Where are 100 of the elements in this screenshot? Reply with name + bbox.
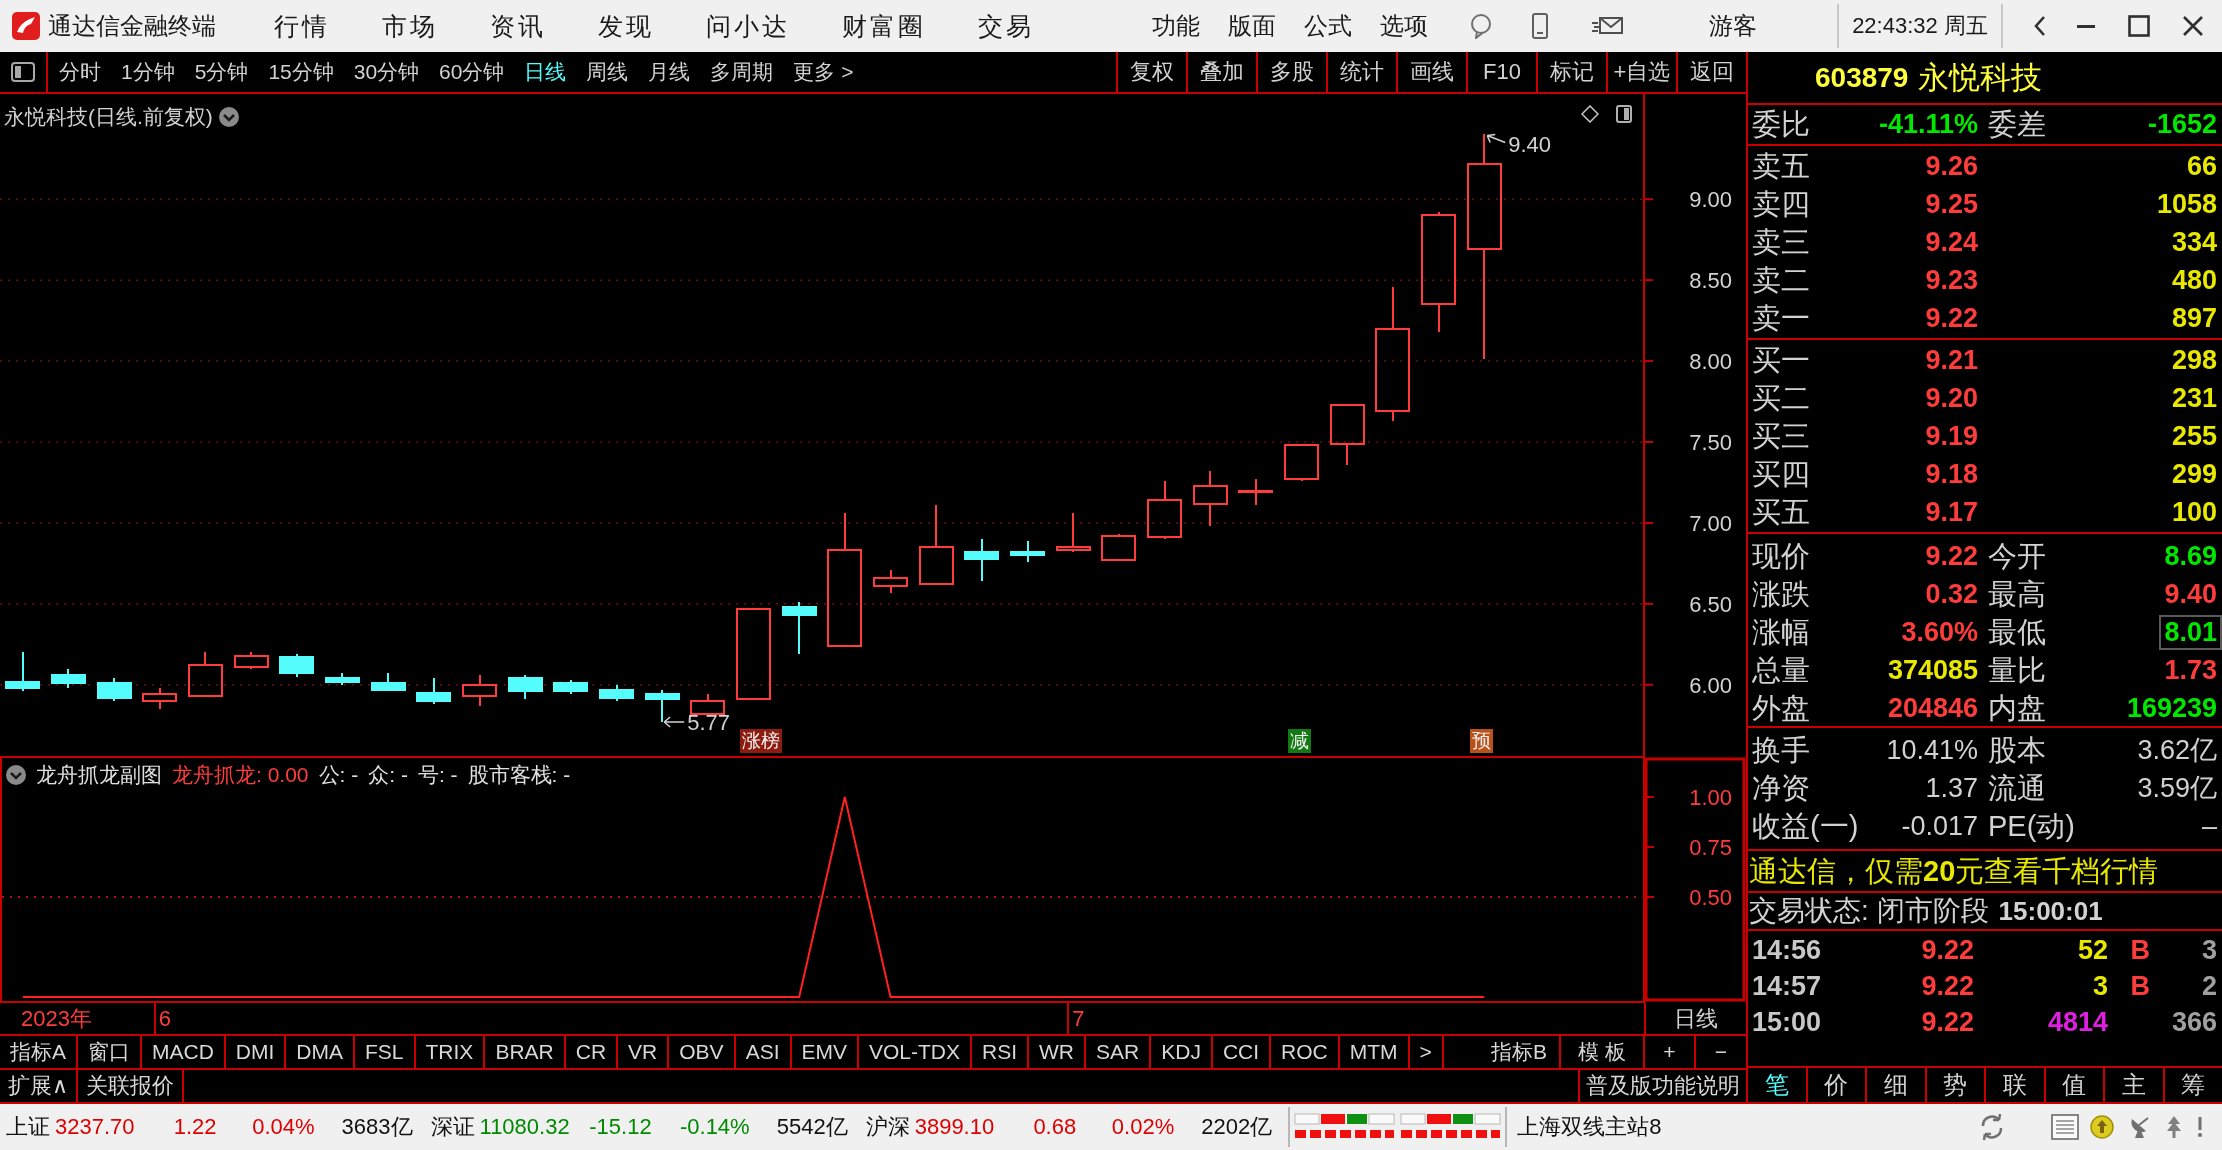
panel-tab[interactable]: 关联报价 [78, 1070, 185, 1102]
indicator-tab[interactable]: DMI [225, 1036, 287, 1068]
exclamation-icon[interactable] [2196, 1115, 2204, 1139]
indicator-tab[interactable]: MTM [1339, 1036, 1410, 1068]
toolbar-button[interactable]: 复权 [1116, 52, 1186, 92]
period-tab[interactable]: 15分钟 [268, 58, 334, 86]
period-tab[interactable]: 60分钟 [439, 58, 505, 86]
dropdown-icon[interactable] [218, 107, 239, 127]
tree-icon[interactable] [2166, 1115, 2182, 1139]
indicator-tab[interactable]: MACD [142, 1036, 226, 1068]
indicator-tab[interactable]: KDJ [1151, 1036, 1213, 1068]
indicator-tab[interactable]: 指标B [1443, 1036, 1561, 1068]
toolbar-button[interactable]: 标记 [1536, 52, 1606, 92]
period-tab[interactable]: 周线 [586, 58, 629, 86]
panel-toggle-icon[interactable] [1616, 105, 1632, 123]
menu-item[interactable]: 功能 [1152, 10, 1200, 42]
toolbar-button[interactable]: F10 [1466, 52, 1536, 92]
indicator-tab[interactable]: WR [1029, 1036, 1087, 1068]
indicator-tab[interactable]: SAR [1086, 1036, 1152, 1068]
bid-price: 9.20 [1924, 384, 1978, 412]
period-tab[interactable]: 日线 [524, 58, 567, 86]
period-tab[interactable]: 月线 [648, 58, 691, 86]
menu-item[interactable]: 发现 [598, 9, 654, 43]
period-tab[interactable]: 分时 [59, 58, 101, 86]
indicator-readout: 众: - [368, 762, 408, 788]
chevron-left-icon[interactable] [2033, 15, 2047, 37]
indicator-tab[interactable]: − [1696, 1036, 1746, 1068]
toolbar-button[interactable]: +自选 [1606, 52, 1676, 92]
indicator-tab[interactable]: RSI [972, 1036, 1030, 1068]
tick-price: 9.22 [1920, 936, 1974, 964]
stock-code: 603879 [1815, 61, 1909, 94]
indicator-tab[interactable]: 指标A [0, 1036, 78, 1068]
user-name[interactable]: 游客 [1709, 10, 1757, 42]
indicator-tab[interactable]: 模 板 [1561, 1036, 1645, 1068]
toolbar-button[interactable]: 多股 [1256, 52, 1326, 92]
indicator-tab[interactable]: VR [618, 1036, 670, 1068]
indicator-tab[interactable]: DMA [286, 1036, 356, 1068]
indicator-tab[interactable]: VOL-TDX [859, 1036, 973, 1068]
menu-item[interactable]: 财富圈 [842, 9, 926, 43]
menu-item[interactable]: 行情 [274, 9, 330, 43]
indicator-tab[interactable]: + [1645, 1036, 1696, 1068]
menu-item[interactable]: 选项 [1380, 10, 1428, 42]
period-tab[interactable]: 更多 > [793, 58, 854, 86]
bid-volume: 298 [2170, 346, 2217, 374]
indicator-tab[interactable]: EMV [791, 1036, 859, 1068]
indicator-tab[interactable]: ASI [735, 1036, 792, 1068]
quote-tab[interactable]: 主 [2105, 1068, 2165, 1102]
menu-item[interactable]: 交易 [978, 9, 1034, 43]
panel-tab[interactable]: 扩展∧ [0, 1070, 79, 1102]
period-tab[interactable]: 5分钟 [194, 58, 249, 86]
indicator-tab[interactable]: BRAR [485, 1036, 566, 1068]
maximize-icon[interactable] [2128, 15, 2150, 37]
close-icon[interactable] [2182, 15, 2204, 37]
indicator-tab[interactable]: > [1409, 1036, 1444, 1068]
field-label: 换手 [1752, 735, 1810, 765]
index-percent: -0.14% [678, 1114, 750, 1140]
signal-tag: 涨榜 [739, 729, 782, 753]
indicator-tab[interactable]: ROC [1271, 1036, 1340, 1068]
promo-text[interactable]: 通达信，仅需20元查看千档行情 [1749, 856, 2159, 886]
sidebar-toggle-icon[interactable] [11, 62, 35, 82]
period-tab[interactable]: 1分钟 [121, 58, 175, 86]
quote-tab[interactable]: 细 [1867, 1068, 1927, 1102]
index-turnover: 3683亿 [340, 1113, 413, 1141]
document-icon[interactable] [2051, 1114, 2079, 1140]
period-tab[interactable]: 多周期 [710, 58, 774, 86]
period-tab[interactable]: 30分钟 [353, 58, 420, 86]
menu-item[interactable]: 市场 [382, 9, 438, 43]
menu-item[interactable]: 资讯 [490, 9, 546, 43]
toolbar-button[interactable]: 统计 [1326, 52, 1396, 92]
chat-bubble-icon[interactable] [1468, 13, 1494, 39]
indicator-tab[interactable]: CCI [1212, 1036, 1272, 1068]
quote-tab[interactable]: 价 [1807, 1068, 1867, 1102]
tick-side: B [2129, 936, 2150, 964]
quote-tab[interactable]: 势 [1926, 1068, 1986, 1102]
menu-item[interactable]: 公式 [1304, 10, 1352, 42]
help-link[interactable]: 普及版功能说明 [1578, 1070, 1746, 1102]
indicator-tab[interactable]: CR [565, 1036, 619, 1068]
indicator-tab[interactable]: FSL [355, 1036, 416, 1068]
toolbar-button[interactable]: 叠加 [1186, 52, 1256, 92]
toolbar-button[interactable]: 画线 [1396, 52, 1466, 92]
diamond-icon[interactable] [1581, 105, 1599, 123]
indicator-tab[interactable]: TRIX [415, 1036, 486, 1068]
app-title: 通达信金融终端 [48, 11, 216, 41]
coin-icon[interactable] [2090, 1115, 2114, 1139]
quote-tab[interactable]: 筹 [2164, 1068, 2222, 1102]
phone-icon[interactable] [1531, 13, 1549, 39]
dropdown-icon[interactable] [6, 765, 26, 785]
satellite-dish-icon[interactable] [2129, 1115, 2151, 1139]
minimize-icon[interactable] [2077, 24, 2095, 28]
quote-tab[interactable]: 笔 [1748, 1068, 1808, 1102]
quote-tab[interactable]: 联 [1986, 1068, 2046, 1102]
field-label: 委差 [1988, 110, 2046, 139]
indicator-tab[interactable]: OBV [669, 1036, 736, 1068]
indicator-tab[interactable]: 窗口 [78, 1036, 142, 1068]
quote-tab[interactable]: 值 [2045, 1068, 2105, 1102]
mail-icon[interactable] [1591, 15, 1623, 37]
toolbar-button[interactable]: 返回 [1676, 52, 1746, 92]
tick-count: 3 [2200, 936, 2217, 964]
menu-item[interactable]: 问小达 [706, 9, 790, 43]
menu-item[interactable]: 版面 [1228, 10, 1276, 42]
